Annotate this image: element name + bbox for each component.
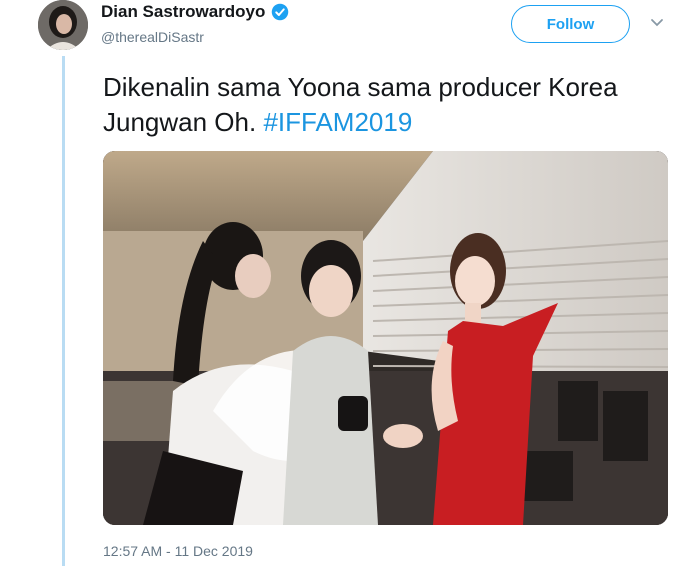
photo-illustration — [103, 151, 668, 525]
author-name-text[interactable]: Dian Sastrowardoyo — [101, 2, 265, 22]
follow-button[interactable]: Follow — [511, 5, 630, 43]
tweet-timestamp[interactable]: 12:57 AM - 11 Dec 2019 — [103, 543, 253, 559]
thread-line — [62, 56, 65, 566]
hashtag-link[interactable]: #IFFAM2019 — [263, 107, 412, 137]
chevron-down-icon[interactable] — [650, 18, 664, 28]
tweet-text: Dikenalin sama Yoona sama producer Korea… — [103, 70, 663, 140]
author-handle[interactable]: @therealDiSastr — [101, 29, 204, 45]
author-name[interactable]: Dian Sastrowardoyo — [101, 2, 289, 22]
verified-badge-icon — [272, 3, 289, 21]
tweet-photo[interactable] — [103, 151, 668, 525]
avatar[interactable] — [38, 0, 88, 50]
